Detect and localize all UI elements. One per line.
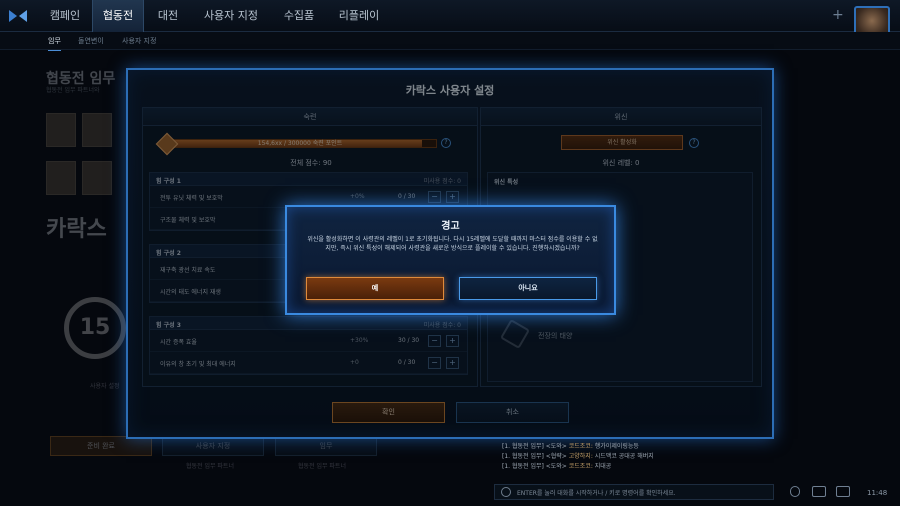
power-group-3: 힘 구성 3 미사용 점수: 0 시간 증폭 효율 +30% 30 / 30 − … xyxy=(149,316,468,375)
increment-button[interactable]: + xyxy=(446,191,459,203)
tab-collection[interactable]: 수집품 xyxy=(274,0,324,32)
level-badge xyxy=(155,132,179,156)
microphone-icon[interactable] xyxy=(790,486,800,497)
chat-line: [1. 협동전 임무] <협략> 고양하지: 시드맥코 공대공 해버지 xyxy=(502,453,654,460)
plus-icon[interactable]: + xyxy=(832,7,844,23)
help-icon[interactable]: ? xyxy=(689,138,699,148)
tab-custom[interactable]: 사용자 지정 xyxy=(196,0,266,32)
level-ring: 15 xyxy=(64,297,126,359)
trait-count: 30 / 30 xyxy=(398,337,420,344)
top-nav: 캠페인 협동전 대전 사용자 지정 수집품 리플레이 + xyxy=(0,0,900,42)
trait-bonus: +30% xyxy=(350,337,369,344)
yes-button[interactable]: 예 xyxy=(306,277,444,300)
page-subtitle: 협동전 임무 파트너와 xyxy=(46,87,100,94)
tab-replays[interactable]: 리플레이 xyxy=(330,0,388,32)
hero-name: 카락스 xyxy=(46,217,107,242)
sub-nav: 임무 돌연변이 사용자 지정 xyxy=(0,32,900,51)
trait-name: 시간의 태도 에너지 재생 xyxy=(160,289,221,296)
unused-points: 미사용 점수: 0 xyxy=(423,322,461,329)
tab-coop[interactable]: 협동전 xyxy=(92,0,144,32)
ready-button[interactable]: 준비 완료 xyxy=(50,436,152,456)
tab-campaign[interactable]: 캠페인 xyxy=(36,0,94,32)
trait-row: 시간 증폭 효율 +30% 30 / 30 − + xyxy=(150,330,467,352)
help-icon[interactable]: ? xyxy=(441,138,451,148)
prestige-trait-label: 전장의 태양 xyxy=(538,332,573,340)
trait-count: 0 / 30 xyxy=(398,193,416,200)
commander-portrait[interactable] xyxy=(46,161,76,195)
mastery-panel-header: 숙련 xyxy=(143,108,477,126)
commander-portrait[interactable] xyxy=(46,113,76,147)
screen-icon[interactable] xyxy=(836,486,850,497)
confirm-button[interactable]: 확인 xyxy=(332,402,445,423)
hex-icon[interactable] xyxy=(499,318,531,350)
unused-points: 미사용 점수: 0 xyxy=(423,178,461,185)
activate-prestige-button[interactable]: 위신 활성화 xyxy=(561,135,683,150)
mastery-xp-bar: 154,6xx / 300000 숙련 포인트 xyxy=(163,139,437,148)
trait-name: 구조물 체력 및 보호막 xyxy=(160,217,216,224)
increment-button[interactable]: + xyxy=(446,357,459,369)
social-icon[interactable] xyxy=(812,486,826,497)
chat-line: [1. 협동전 임무] <도와> 코드조코: 지대공 xyxy=(502,463,612,470)
prestige-traits-title: 위신 특성 xyxy=(494,179,519,186)
bg-label: 협동전 임무 파트너 xyxy=(186,463,234,470)
commander-portrait[interactable] xyxy=(82,161,112,195)
warning-title: 경고 xyxy=(441,221,460,232)
decrement-button[interactable]: − xyxy=(428,191,441,203)
decrement-button[interactable]: − xyxy=(428,357,441,369)
trait-name: 시간 증폭 효율 xyxy=(160,339,197,346)
prestige-level: 위신 레벨: 0 xyxy=(602,159,640,167)
chat-log: [1. 협동전 임무] <도와> 코드조코: 행가이제이링능등 [1. 협동전 … xyxy=(502,442,654,472)
subtab-missions[interactable]: 임무 xyxy=(48,36,61,51)
bg-secondary-button[interactable]: 사용자 지정 xyxy=(162,436,264,456)
increment-button[interactable]: + xyxy=(446,335,459,347)
trait-bonus: +0 xyxy=(350,359,359,366)
total-points: 전체 점수: 90 xyxy=(290,159,332,167)
clock: 11:48 xyxy=(867,489,888,497)
decrement-button[interactable]: − xyxy=(428,335,441,347)
dialog-title: 카락스 사용자 설정 xyxy=(405,84,495,97)
trait-count: 0 / 30 xyxy=(398,359,416,366)
chat-line: [1. 협동전 임무] <도와> 코드조코: 행가이제이링능등 xyxy=(502,443,639,450)
sc2-logo-icon[interactable] xyxy=(8,8,28,24)
trait-name: 이유의 창 초기 및 최대 에너지 xyxy=(160,361,236,368)
chat-input[interactable]: ENTER를 눌러 대화를 시작하거나 / 키로 명령어를 확인하세요. xyxy=(494,484,774,500)
group-title: 힘 구성 3 xyxy=(156,322,181,329)
trait-name: 전투 유닛 체력 및 보호막 xyxy=(160,195,223,202)
trait-name: 재구축 광선 치료 속도 xyxy=(160,267,216,274)
tab-versus[interactable]: 대전 xyxy=(148,0,188,32)
subtab-mutations[interactable]: 돌연변이 xyxy=(78,36,104,46)
subtab-custom[interactable]: 사용자 지정 xyxy=(122,36,156,46)
prestige-warning-modal: 경고 위신을 활성화하면 이 사령관의 레벨이 1로 초기화됩니다. 다시 15… xyxy=(285,205,616,315)
no-button[interactable]: 아니요 xyxy=(459,277,597,300)
bg-label: 협동전 임무 파트너 xyxy=(298,463,346,470)
chat-placeholder: ENTER를 눌러 대화를 시작하거나 / 키로 명령어를 확인하세요. xyxy=(517,490,676,497)
trait-bonus: +0% xyxy=(350,193,365,200)
xp-text: 154,6xx / 300000 숙련 포인트 xyxy=(257,140,343,147)
trait-row: 이유의 창 초기 및 최대 에너지 +0 0 / 30 − + xyxy=(150,352,467,374)
group-title: 힘 구성 1 xyxy=(156,178,181,185)
bg-secondary-button[interactable]: 임무 xyxy=(275,436,377,456)
warning-message: 위신을 활성화하면 이 사령관의 레벨이 1로 초기화됩니다. 다시 15레벨에… xyxy=(307,236,598,252)
cancel-button[interactable]: 취소 xyxy=(456,402,569,423)
bg-label: 사용자 설정 xyxy=(90,383,120,390)
commander-portrait[interactable] xyxy=(82,113,112,147)
prestige-panel-header: 위신 xyxy=(481,108,761,126)
group-title: 힘 구성 2 xyxy=(156,250,181,257)
chat-icon xyxy=(501,487,511,497)
